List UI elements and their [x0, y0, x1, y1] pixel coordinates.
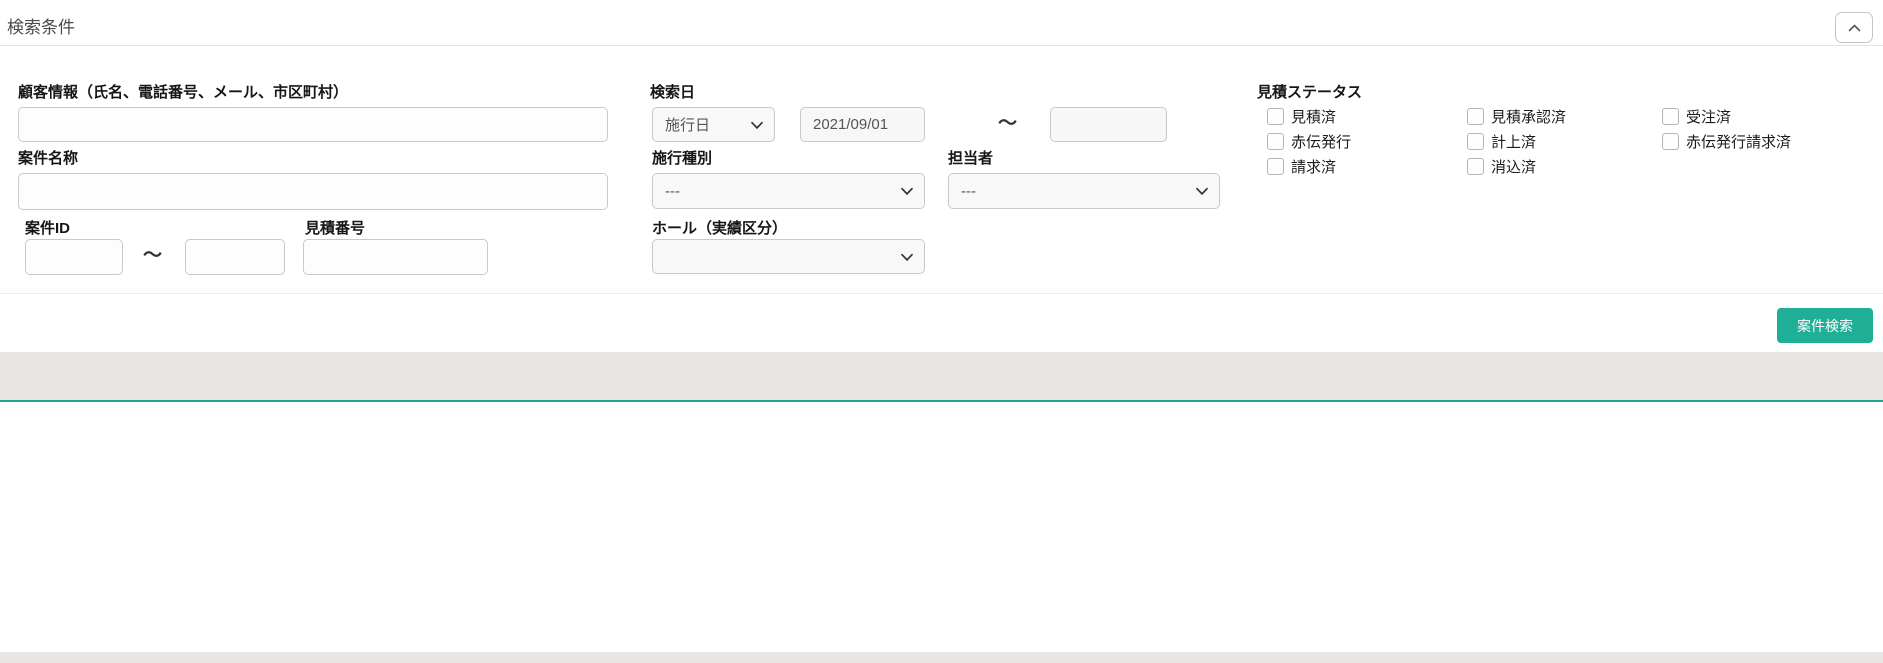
search-date-from-value: 2021/09/01: [813, 116, 888, 133]
customer-info-label: 顧客情報（氏名、電話番号、メール、市区町村）: [18, 81, 348, 102]
status-checkbox-item[interactable]: 消込済: [1467, 158, 1566, 175]
search-date-type-select[interactable]: 施行日: [652, 107, 775, 142]
checkbox[interactable]: [1267, 108, 1284, 125]
checkbox-label: 計上済: [1491, 131, 1536, 152]
project-name-input[interactable]: [18, 173, 608, 210]
checkbox[interactable]: [1662, 108, 1679, 125]
hall-label: ホール（実績区分）: [652, 217, 787, 238]
chevron-down-icon: [901, 248, 913, 265]
results-panel: 10 件表示 案件ID案件名称施行種別ホール（実績区分）施行日見積番号ステータス…: [0, 402, 1883, 652]
project-id-label: 案件ID: [25, 217, 70, 238]
status-checkbox-item[interactable]: 請求済: [1267, 158, 1351, 175]
estimate-status-label: 見積ステータス: [1257, 81, 1362, 102]
panel-footer-divider: [0, 293, 1883, 294]
customer-info-input[interactable]: [18, 107, 608, 142]
checkbox[interactable]: [1662, 133, 1679, 150]
estimate-no-input[interactable]: [303, 239, 488, 275]
collapse-panel-button[interactable]: [1835, 12, 1873, 43]
manager-select[interactable]: ---: [948, 173, 1220, 209]
search-date-label: 検索日: [650, 81, 695, 102]
project-id-from-input[interactable]: [25, 239, 123, 275]
estimate-no-label: 見積番号: [305, 217, 365, 238]
checkbox[interactable]: [1467, 158, 1484, 175]
checkbox-label: 赤伝発行: [1291, 131, 1351, 152]
status-checkbox-item[interactable]: 受注済: [1662, 108, 1791, 125]
checkbox[interactable]: [1267, 133, 1284, 150]
checkbox-label: 請求済: [1291, 156, 1336, 177]
checkbox-label: 赤伝発行請求済: [1686, 131, 1791, 152]
search-date-to-input[interactable]: [1050, 107, 1167, 142]
manager-value: ---: [961, 183, 976, 200]
chevron-up-icon: [1848, 19, 1861, 37]
construction-type-label: 施行種別: [652, 147, 712, 168]
construction-type-value: ---: [665, 183, 680, 200]
checkbox[interactable]: [1467, 133, 1484, 150]
chevron-down-icon: [751, 116, 763, 133]
checkbox-label: 見積承認済: [1491, 106, 1566, 127]
manager-label: 担当者: [948, 147, 993, 168]
date-range-separator: ～: [998, 108, 1017, 135]
search-condition-panel: 検索条件 顧客情報（氏名、電話番号、メール、市区町村） 検索日 施行日 2021…: [0, 0, 1883, 352]
panel-title: 検索条件: [7, 13, 75, 38]
panel-titlebar: 検索条件: [0, 0, 1883, 46]
project-id-to-input[interactable]: [185, 239, 285, 275]
page-background-band: [0, 352, 1883, 400]
status-checkbox-item[interactable]: 赤伝発行請求済: [1662, 133, 1791, 150]
chevron-down-icon: [1196, 183, 1208, 200]
status-checkbox-item[interactable]: 赤伝発行: [1267, 133, 1351, 150]
construction-type-select[interactable]: ---: [652, 173, 925, 209]
checkbox-label: 見積済: [1291, 106, 1336, 127]
status-checkbox-item[interactable]: 計上済: [1467, 133, 1566, 150]
checkbox[interactable]: [1467, 108, 1484, 125]
search-date-from-input[interactable]: 2021/09/01: [800, 107, 925, 142]
estimate-status-column: 見積済赤伝発行請求済: [1267, 108, 1351, 183]
project-search-button[interactable]: 案件検索: [1777, 308, 1873, 343]
checkbox-label: 消込済: [1491, 156, 1536, 177]
hall-select[interactable]: [652, 239, 925, 274]
estimate-status-column: 見積承認済計上済消込済: [1467, 108, 1566, 183]
checkbox[interactable]: [1267, 158, 1284, 175]
status-checkbox-item[interactable]: 見積承認済: [1467, 108, 1566, 125]
checkbox-label: 受注済: [1686, 106, 1731, 127]
page-background-band-bottom: [0, 652, 1883, 663]
estimate-status-column: 受注済赤伝発行請求済: [1662, 108, 1791, 158]
project-id-separator: ～: [143, 240, 162, 267]
status-checkbox-item[interactable]: 見積済: [1267, 108, 1351, 125]
chevron-down-icon: [901, 183, 913, 200]
project-name-label: 案件名称: [18, 147, 78, 168]
search-date-type-value: 施行日: [665, 114, 710, 135]
